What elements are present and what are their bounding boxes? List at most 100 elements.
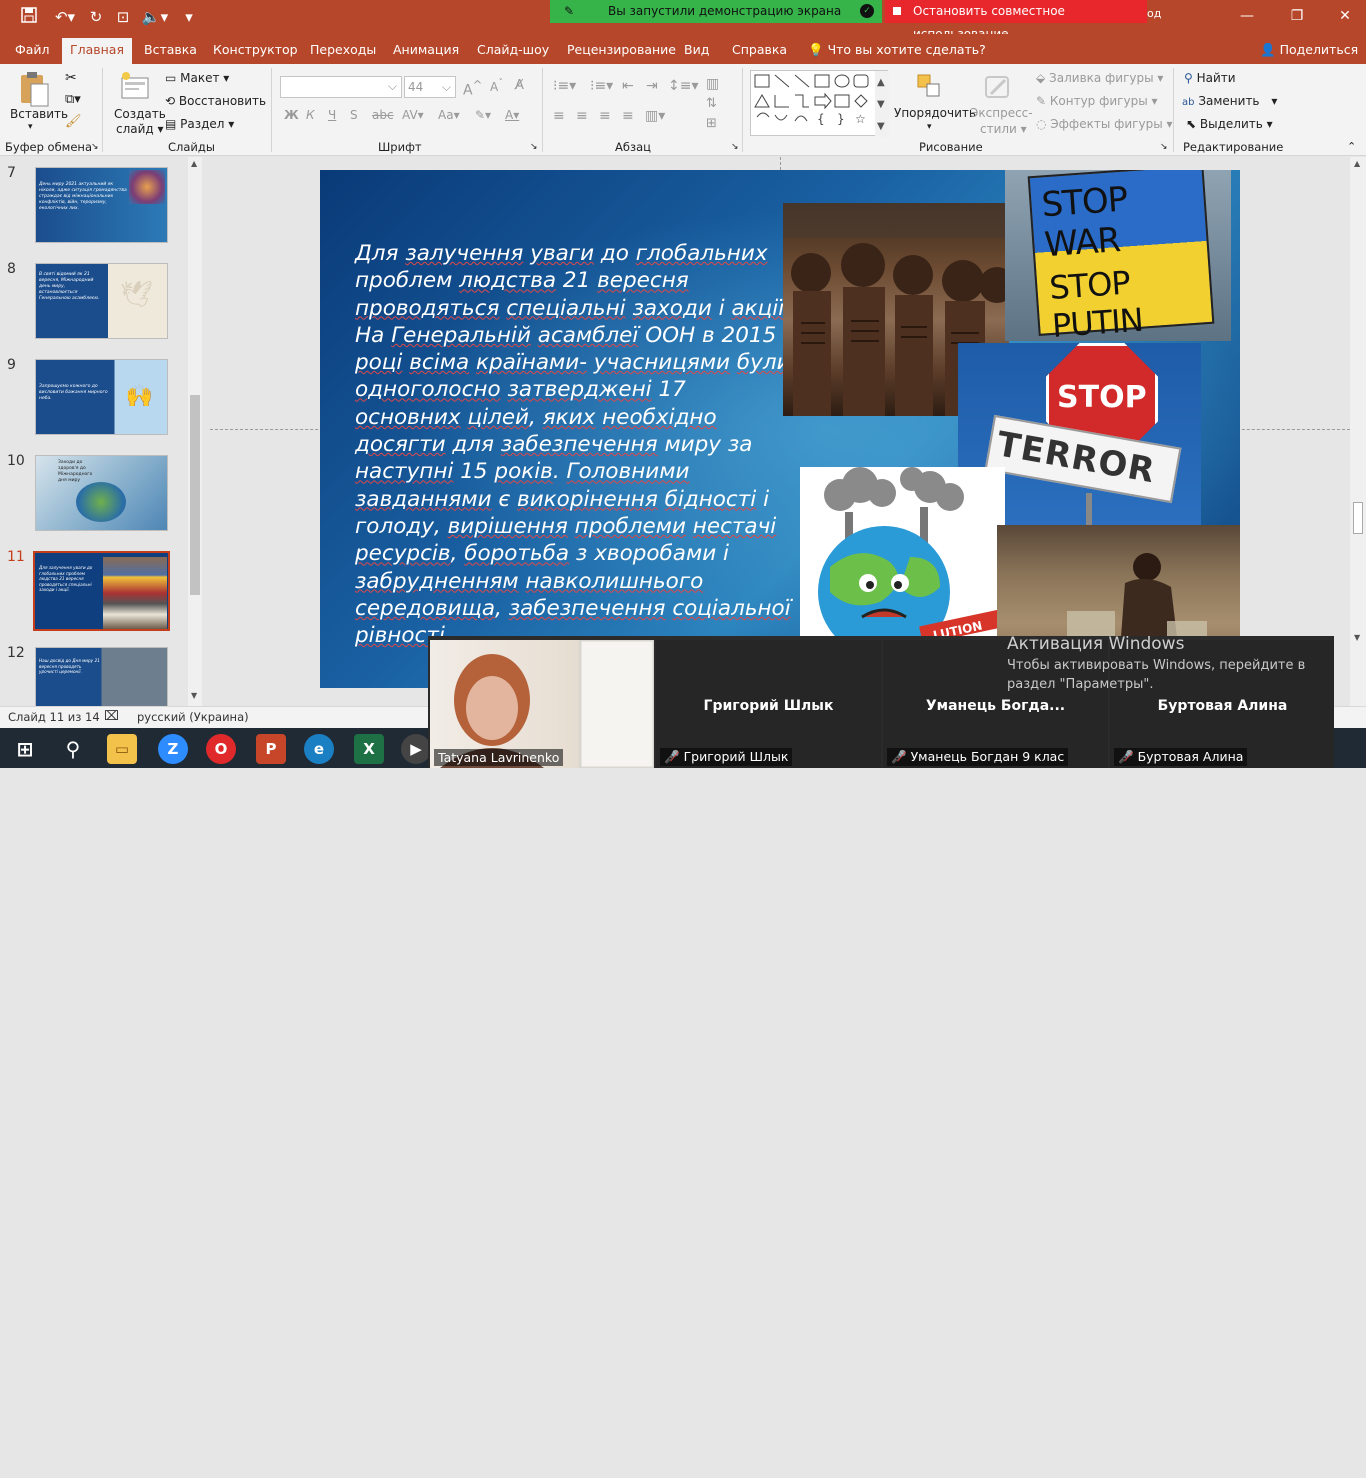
slideshow-start-icon[interactable]: ⊡ (112, 7, 134, 27)
shape-outline-button[interactable]: ✎ Контур фигуры ▾ (1036, 94, 1158, 108)
tab-home[interactable]: Главная (62, 38, 132, 64)
windows-start-icon[interactable]: ⊞ (10, 734, 40, 764)
video-tile-participant-1[interactable]: Григорий Шлык 🎤̸ Григорий Шлык (656, 640, 881, 768)
paragraph-launcher-icon[interactable]: ↘ (731, 142, 739, 152)
numbering-icon[interactable]: ⁝≡▾ (590, 78, 613, 94)
find-button[interactable]: ⚲ Найти (1184, 71, 1236, 85)
slide-thumbnail-10[interactable]: Заходи до здоров'я до Міжнародного дня м… (35, 455, 168, 531)
tab-file[interactable]: Файл (7, 40, 58, 64)
zoom-icon[interactable]: Z (158, 734, 188, 764)
stop-war-photo[interactable]: STOP WAR STOP PUTIN (1005, 170, 1231, 341)
undo-icon[interactable]: ↶▾ (50, 7, 80, 27)
paste-icon[interactable] (18, 70, 50, 108)
stop-share-button[interactable]: Остановить совместное использование (885, 0, 1147, 41)
new-slide-dropdown[interactable]: слайд ▾ (116, 122, 164, 136)
clipboard-launcher-icon[interactable]: ↘ (91, 142, 99, 152)
quick-styles-dropdown[interactable]: стили ▾ (980, 122, 1027, 136)
align-center-icon[interactable]: ≡ (576, 108, 588, 124)
text-direction-icon[interactable]: ⇅ (706, 96, 717, 111)
arrange-dropdown-icon[interactable]: ▾ (927, 122, 932, 132)
line-spacing-icon[interactable]: ↕≡▾ (668, 78, 699, 94)
language-indicator[interactable]: русский (Украина) (137, 710, 249, 724)
tab-animations[interactable]: Анимация (385, 40, 467, 64)
clear-format-icon[interactable]: A̸ (515, 78, 524, 93)
shrink-font-icon[interactable]: Aˇ (490, 78, 503, 94)
arrange-icon[interactable] (915, 72, 945, 102)
decrease-indent-icon[interactable]: ⇤ (622, 78, 634, 94)
tell-me-search[interactable]: 💡 Что вы хотите сделать? (800, 40, 994, 64)
file-explorer-icon[interactable]: ▭ (107, 734, 137, 764)
replace-button[interactable]: ab Заменить ▾ (1182, 94, 1277, 108)
section-button[interactable]: ▤ Раздел ▾ (165, 117, 234, 131)
opera-icon[interactable]: O (206, 734, 236, 764)
tab-view[interactable]: Вид (676, 40, 717, 64)
columns2-icon[interactable]: ▥▾ (645, 108, 665, 124)
underline-button[interactable]: Ч (328, 108, 336, 122)
excel-icon[interactable]: X (354, 734, 384, 764)
font-launcher-icon[interactable]: ↘ (530, 142, 538, 152)
share-button[interactable]: 👤 Поделиться (1252, 40, 1366, 64)
search-icon[interactable]: ⚲ (58, 734, 88, 764)
shadow-button[interactable]: S (350, 108, 358, 122)
current-slide[interactable]: Для залучення уваги до глобальних пробле… (320, 170, 1240, 688)
tab-slideshow[interactable]: Слайд-шоу (469, 40, 557, 64)
polluted-earth-image[interactable]: LUTION (800, 467, 1005, 637)
restore-icon[interactable]: ❐ (1282, 6, 1312, 26)
customize-qa-icon[interactable]: ▾ (178, 7, 200, 27)
increase-indent-icon[interactable]: ⇥ (646, 78, 658, 94)
shape-fill-button[interactable]: ⬙ Заливка фигуры ▾ (1036, 71, 1163, 85)
smartart-icon[interactable]: ⊞ (706, 116, 717, 131)
new-slide-icon[interactable] (118, 70, 152, 104)
new-slide-button[interactable]: Создать (114, 107, 166, 121)
quick-styles-button[interactable]: Экспресс- (970, 106, 1033, 120)
cut-icon[interactable]: ✂ (65, 70, 77, 86)
paste-dropdown-icon[interactable]: ▾ (28, 122, 33, 132)
select-button[interactable]: ⬉ Выделить ▾ (1186, 117, 1273, 131)
slide-thumbnail-8[interactable]: В святі відомий як 21 вересня, Міжнародн… (35, 263, 168, 339)
tab-insert[interactable]: Вставка (136, 40, 205, 64)
redo-icon[interactable]: ↻ (85, 7, 107, 27)
spell-check-icon[interactable]: ⌧ (104, 709, 119, 724)
slide-thumbnail-11[interactable]: Для залучення уваги до глобальних пробле… (33, 551, 170, 631)
shapes-gallery[interactable]: {} ☆ ▲ ▼ ▼ (750, 70, 889, 137)
tab-review[interactable]: Рецензирование (559, 40, 684, 64)
format-painter-icon[interactable]: 🖌 (65, 114, 82, 129)
bullets-icon[interactable]: ⁝≡▾ (553, 78, 576, 94)
strikethrough-button[interactable]: abc (372, 108, 394, 122)
powerpoint-icon[interactable]: P (256, 734, 286, 764)
save-icon[interactable] (18, 7, 40, 27)
tab-transitions[interactable]: Переходы (302, 40, 384, 64)
layout-button[interactable]: ▭ Макет ▾ (165, 71, 229, 85)
arrange-button[interactable]: Упорядочить (894, 106, 976, 120)
slide-thumbnail-9[interactable]: Запрошуємо кожного до висловити бажання … (35, 359, 168, 435)
font-name-combo[interactable]: ⌵ (280, 76, 402, 98)
align-right-icon[interactable]: ≡ (599, 108, 611, 124)
copy-icon[interactable]: ⧉▾ (65, 92, 81, 107)
highlight-icon[interactable]: ✎▾ (475, 108, 491, 122)
video-tile-self[interactable]: Tatyana Lavrinenko (430, 638, 656, 770)
edge-icon[interactable]: e (304, 734, 334, 764)
minimize-icon[interactable]: — (1232, 6, 1262, 26)
sound-icon[interactable]: 🔈▾ (140, 7, 170, 27)
thumbnail-scrollbar[interactable]: ▲ ▼ (188, 157, 202, 706)
close-icon[interactable]: ✕ (1330, 6, 1360, 26)
columns-icon[interactable]: ▥ (706, 76, 719, 92)
bold-button[interactable]: Ж (284, 108, 299, 122)
shape-effects-button[interactable]: ◌ Эффекты фигуры ▾ (1036, 117, 1173, 131)
slide-body-text[interactable]: Для залучення уваги до глобальних пробле… (355, 240, 795, 649)
drawing-launcher-icon[interactable]: ↘ (1160, 142, 1168, 152)
font-size-combo[interactable]: 44 ⌵ (404, 76, 456, 98)
editor-scrollbar[interactable]: ▲ ▼ (1350, 157, 1366, 706)
pin-icon[interactable]: ✎ (564, 0, 574, 23)
char-spacing-icon[interactable]: AV▾ (402, 108, 424, 122)
tab-help[interactable]: Справка (724, 40, 795, 64)
tab-design[interactable]: Конструктор (205, 40, 306, 64)
media-player-icon[interactable]: ▶ (401, 734, 431, 764)
paste-button[interactable]: Вставить (10, 107, 68, 121)
reset-button[interactable]: ⟲ Восстановить (165, 94, 266, 108)
justify-icon[interactable]: ≡ (622, 108, 634, 124)
italic-button[interactable]: К (306, 108, 315, 122)
slide-thumbnail-7[interactable]: День миру 2021 актуальний як ніколи, адж… (35, 167, 168, 243)
change-case-icon[interactable]: Aa▾ (438, 108, 460, 122)
grow-font-icon[interactable]: A^ (463, 78, 482, 99)
